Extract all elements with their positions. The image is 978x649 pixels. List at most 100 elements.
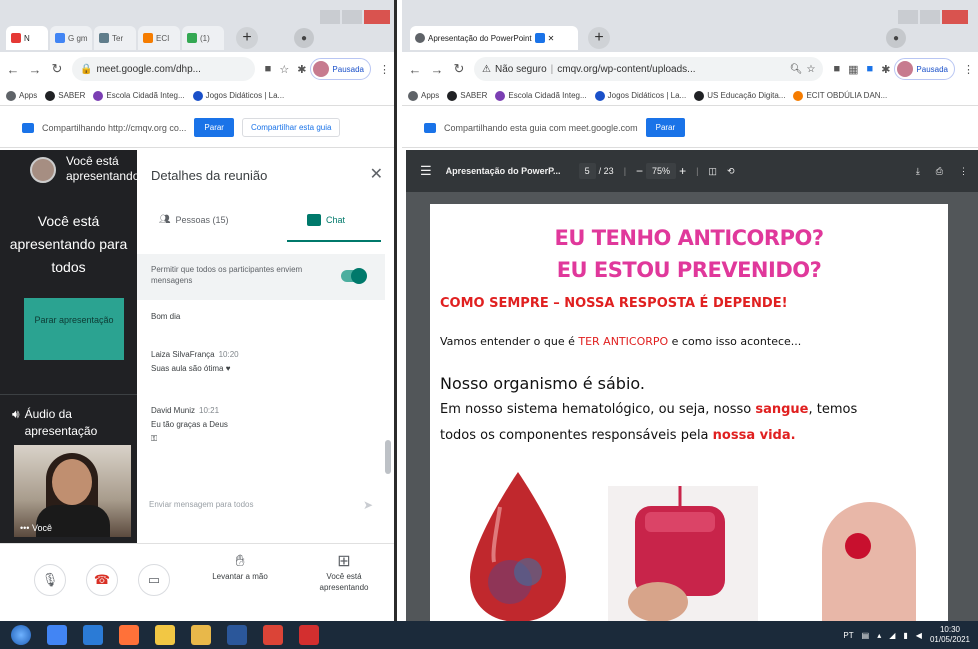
permission-toggle[interactable] <box>341 268 367 284</box>
stop-sharing-button[interactable]: Parar <box>645 118 686 137</box>
url-field[interactable]: 🔒 meet.google.com/dhp... <box>72 57 255 81</box>
bookmark-item[interactable]: Apps <box>408 90 439 101</box>
bookmark-item[interactable]: ECIT OBDÚLIA DAN... <box>793 90 888 101</box>
slide-subtitle: COMO SEMPRE – NOSSA RESPOSTA É DEPENDE! <box>440 296 788 311</box>
camera-toggle-icon[interactable]: ▭ <box>138 564 170 596</box>
extension-icon[interactable]: ▦ <box>848 63 858 76</box>
profile-button[interactable]: Pausada <box>310 58 371 80</box>
back-icon[interactable]: ← <box>406 62 424 77</box>
taskbar-app-firefox[interactable] <box>114 621 144 649</box>
close-window-button[interactable] <box>942 10 968 24</box>
pdf-toolbar: ☰ Apresentação do PowerP... 5 / 23 | − 7… <box>406 150 978 192</box>
taskbar-app-media[interactable] <box>150 621 180 649</box>
more-menu-icon[interactable]: ⋮ <box>379 63 390 76</box>
page-number-input[interactable]: 5 <box>578 163 596 179</box>
bookmark-item[interactable]: Jogos Didáticos | La... <box>594 90 686 101</box>
star-icon[interactable]: ☆ <box>279 63 289 76</box>
tab-powerpoint[interactable]: Apresentação do PowerPoint ✕ <box>410 26 578 50</box>
new-tab-button[interactable]: + <box>236 27 258 49</box>
network-icon[interactable]: ▤ <box>862 631 870 640</box>
presenting-button[interactable]: ⊞ Você está apresentando <box>304 554 384 593</box>
menu-icon[interactable]: ☰ <box>420 163 432 179</box>
tab-chat[interactable]: Chat <box>307 214 345 226</box>
more-icon[interactable]: ⋮ <box>959 166 968 177</box>
new-tab-button[interactable]: + <box>588 27 610 49</box>
zoom-level[interactable]: 75% <box>646 163 677 179</box>
bookmark-label: SABER <box>460 91 488 100</box>
extension-icon[interactable]: ■ <box>833 63 840 75</box>
download-icon[interactable]: ⤓ <box>916 166 920 177</box>
back-icon[interactable]: ← <box>4 62 22 77</box>
zoom-in-icon[interactable]: + <box>679 164 686 178</box>
bookmark-item[interactable]: US Educação Digita... <box>694 90 785 101</box>
minimize-button[interactable] <box>898 10 918 24</box>
stop-presenting-button[interactable]: Parar apresentação <box>24 298 124 360</box>
raise-hand-button[interactable]: ✋︎ Levantar a mão <box>200 554 280 582</box>
camera-icon[interactable]: ■ <box>265 63 272 75</box>
taskbar-app-folder[interactable] <box>186 621 216 649</box>
share-icon <box>424 122 436 133</box>
close-icon[interactable]: ✕ <box>370 164 383 184</box>
start-button[interactable] <box>6 621 36 649</box>
clock[interactable]: 10:30 01/05/2021 <box>930 625 970 645</box>
chat-input[interactable]: Enviar mensagem para todos <box>149 500 254 509</box>
print-icon[interactable]: ⎙ <box>936 166 943 177</box>
tab-people[interactable]: 👥︎ Pessoas (15) <box>159 214 228 225</box>
signal-icon[interactable]: ◢ <box>889 631 895 640</box>
fit-page-icon[interactable]: ◫ <box>708 166 717 177</box>
browser-tab[interactable]: (1) <box>182 26 224 50</box>
maximize-button[interactable] <box>920 10 940 24</box>
tray-up-icon[interactable]: ▴ <box>877 631 881 640</box>
stop-sharing-button[interactable]: Parar <box>194 118 234 137</box>
speaker-icon: 🔊︎ <box>12 407 20 421</box>
end-call-icon[interactable]: ☎︎ <box>86 564 118 596</box>
close-window-button[interactable] <box>364 10 390 24</box>
taskbar-app-chrome-active[interactable] <box>258 621 288 649</box>
profile-button[interactable]: Pausada <box>894 58 955 80</box>
meet-browser-window: N G gm Ter ECI (1) + ● ← → ↻ 🔒 meet.google.c… <box>0 0 397 621</box>
chat-scrollbar[interactable] <box>385 440 391 474</box>
share-this-tab-button[interactable]: Compartilhar esta guia <box>241 118 341 137</box>
bookmark-label: Apps <box>19 91 38 100</box>
extensions-icon[interactable]: ✱ <box>881 63 890 76</box>
forward-icon[interactable]: → <box>428 62 446 77</box>
rotate-icon[interactable]: ⟲ <box>727 166 735 177</box>
bookmark-label: ECIT OBDÚLIA DAN... <box>806 91 888 100</box>
volume-icon[interactable]: ◀︎ <box>916 631 922 640</box>
bookmark-item[interactable]: Apps <box>6 90 38 101</box>
forward-icon[interactable]: → <box>26 62 44 77</box>
taskbar-app-acrobat[interactable] <box>294 621 324 649</box>
close-tab-icon[interactable]: ✕ <box>548 34 555 43</box>
bookmark-item[interactable]: Jogos Didáticos | La... <box>192 90 284 101</box>
more-menu-icon[interactable]: ⋮ <box>963 63 974 76</box>
battery-icon[interactable]: ▮ <box>903 631 907 640</box>
language-indicator[interactable]: PT <box>843 631 853 640</box>
reload-icon[interactable]: ↻ <box>48 61 66 77</box>
taskbar-app-chrome[interactable] <box>42 621 72 649</box>
browser-tab[interactable]: N <box>6 26 48 50</box>
url-field[interactable]: ⚠ Não seguro | cmqv.org/wp-content/uploa… <box>474 57 824 81</box>
browser-tab[interactable]: ECI <box>138 26 180 50</box>
send-icon[interactable]: ➤ <box>363 498 373 512</box>
maximize-button[interactable] <box>342 10 362 24</box>
bookmark-item[interactable]: SABER <box>447 90 488 101</box>
bookmark-item[interactable]: Escola Cidadã Integ... <box>495 90 587 101</box>
bookmark-item[interactable]: SABER <box>45 90 85 101</box>
slide-title-line2: EU ESTOU PREVENIDO? <box>556 258 822 282</box>
bookmark-item[interactable]: Escola Cidadã Integ... <box>93 90 185 101</box>
minimize-button[interactable] <box>320 10 340 24</box>
browser-tab[interactable]: G gm <box>50 26 92 50</box>
extensions-icon[interactable]: ✱ <box>297 63 306 76</box>
taskbar-app-edge[interactable] <box>78 621 108 649</box>
zoom-out-icon[interactable]: − <box>636 164 643 178</box>
presentation-audio[interactable]: 🔊︎ Áudio da apresentação <box>12 406 105 440</box>
microphone-icon[interactable]: 🎙︎ <box>34 564 66 596</box>
zoom-icon[interactable]: 🔍︎ <box>790 64 803 75</box>
browser-menu-icon[interactable]: ● <box>886 28 906 48</box>
star-icon[interactable]: ☆ <box>807 64 816 75</box>
reload-icon[interactable]: ↻ <box>450 61 468 77</box>
browser-tab[interactable]: Ter <box>94 26 136 50</box>
browser-menu-icon[interactable]: ● <box>294 28 314 48</box>
extension-icon[interactable]: ■ <box>867 63 874 75</box>
taskbar-app-word[interactable] <box>222 621 252 649</box>
